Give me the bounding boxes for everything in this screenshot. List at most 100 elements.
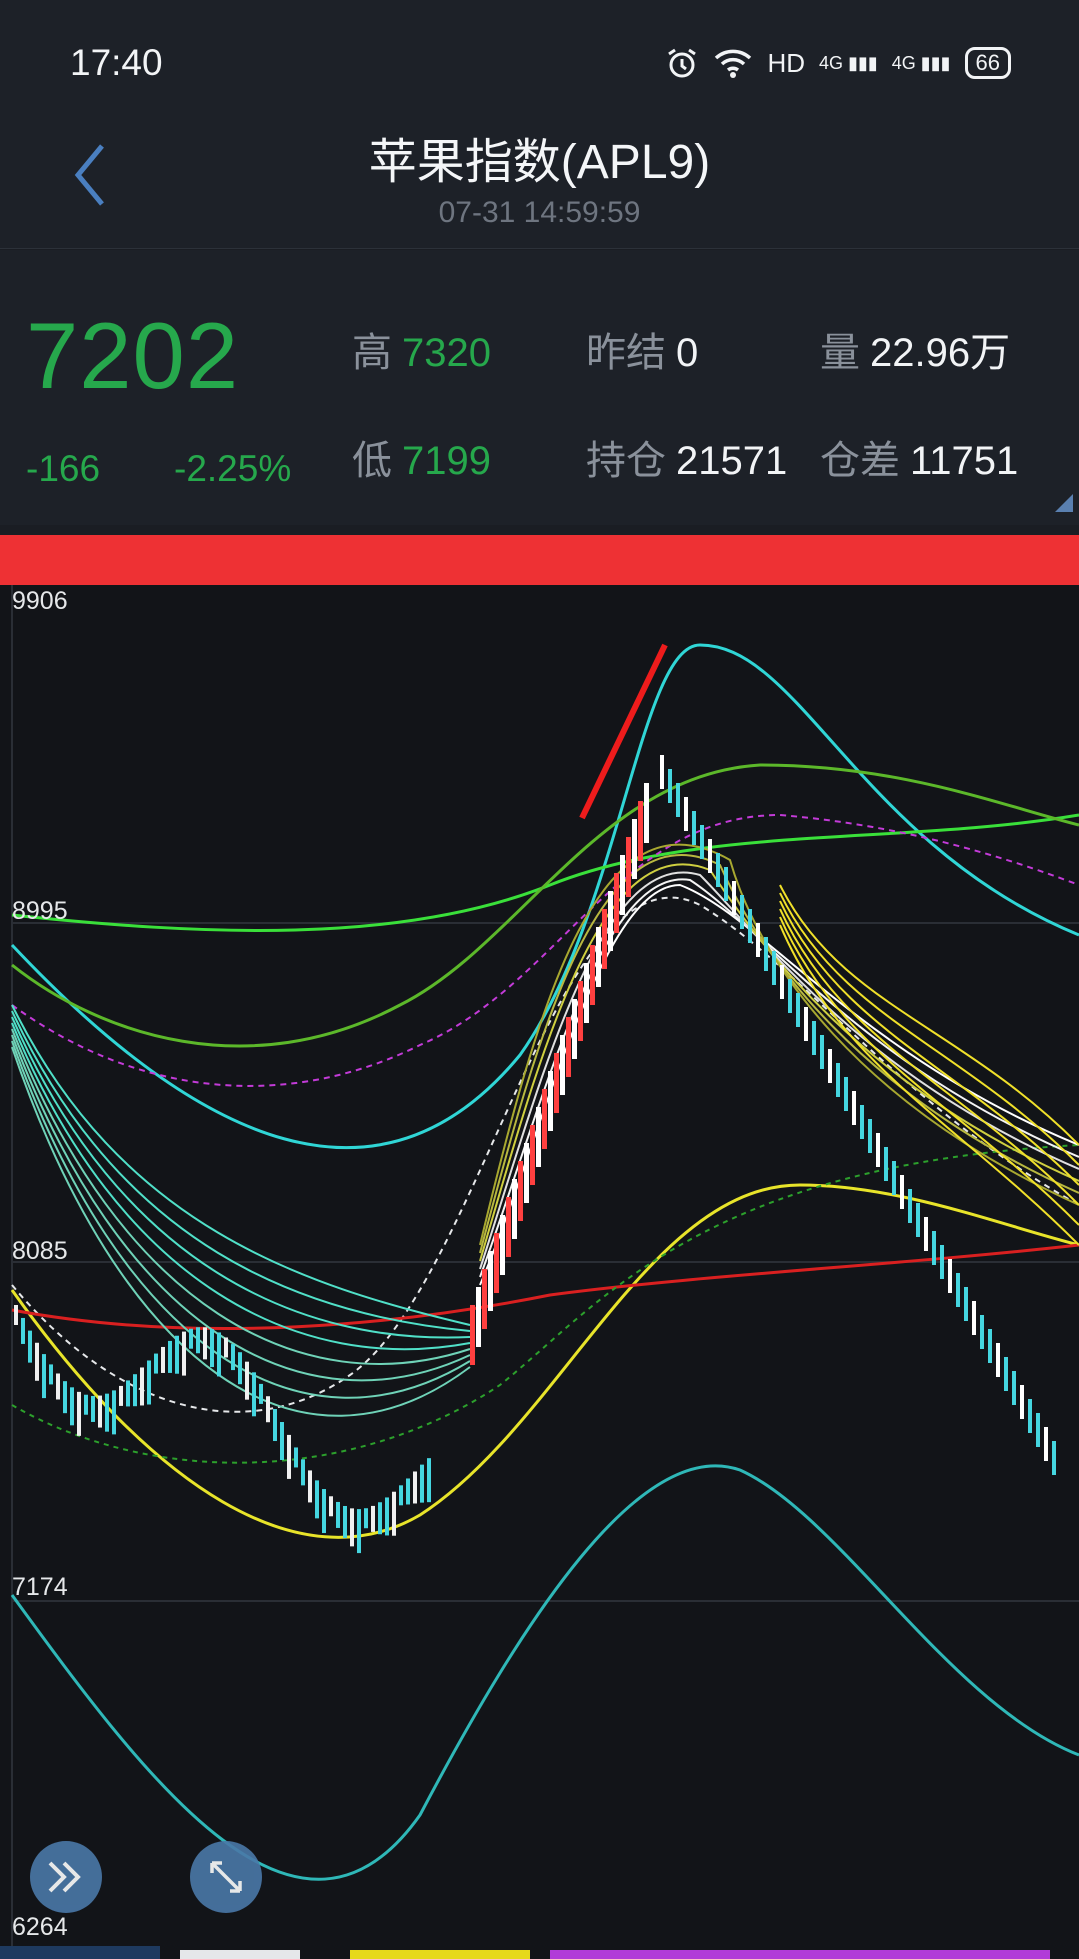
candle bbox=[644, 783, 649, 843]
quote-timestamp: 07-31 14:59:59 bbox=[438, 196, 641, 229]
ribbon-line bbox=[779, 900, 1079, 1186]
expand-corner-icon[interactable] bbox=[1055, 494, 1073, 512]
candle bbox=[182, 1331, 186, 1376]
candle bbox=[602, 909, 607, 969]
candle bbox=[259, 1383, 263, 1404]
candle bbox=[548, 1071, 553, 1131]
candle bbox=[203, 1327, 207, 1360]
candle bbox=[343, 1505, 347, 1538]
long-ma bbox=[11, 813, 1079, 932]
bollinger-upper bbox=[10, 643, 1079, 1150]
candle bbox=[266, 1396, 270, 1423]
y-axis-label: 7174 bbox=[12, 1573, 68, 1601]
candle bbox=[940, 1245, 944, 1279]
candle bbox=[860, 1105, 864, 1139]
clock: 17:40 bbox=[70, 42, 163, 83]
candle bbox=[308, 1470, 312, 1503]
candle bbox=[126, 1380, 130, 1407]
candle bbox=[868, 1119, 872, 1153]
candle bbox=[217, 1332, 221, 1377]
candle bbox=[530, 1125, 535, 1185]
ribbon-line bbox=[11, 1016, 471, 1339]
candle bbox=[385, 1497, 389, 1536]
candle bbox=[660, 755, 664, 789]
open-interest-field: 持仓 21571 bbox=[586, 439, 788, 483]
candle bbox=[175, 1335, 179, 1374]
candle bbox=[420, 1464, 424, 1503]
candle bbox=[238, 1352, 242, 1385]
status-bar: 17:40 HD 4G ▮▮▮ 4G ▮▮▮ 66 bbox=[0, 0, 1079, 120]
candle bbox=[996, 1343, 1000, 1377]
ribbon-line bbox=[779, 924, 1079, 1246]
ribbon-line bbox=[11, 1028, 471, 1365]
candle bbox=[836, 1063, 840, 1097]
candle bbox=[140, 1367, 144, 1406]
candle bbox=[470, 1305, 475, 1365]
candle bbox=[900, 1175, 904, 1209]
candle bbox=[392, 1491, 396, 1536]
candle bbox=[28, 1330, 32, 1363]
candle bbox=[322, 1489, 326, 1534]
candle bbox=[512, 1179, 517, 1239]
candle bbox=[584, 963, 589, 1023]
candle bbox=[133, 1374, 137, 1407]
candle bbox=[716, 853, 720, 887]
candle bbox=[364, 1508, 368, 1529]
candle bbox=[21, 1317, 25, 1344]
candle bbox=[796, 993, 800, 1027]
candle bbox=[972, 1301, 976, 1335]
candle bbox=[668, 769, 672, 803]
candle bbox=[812, 1021, 816, 1055]
candle bbox=[488, 1251, 493, 1311]
candle bbox=[932, 1231, 936, 1265]
wifi-icon bbox=[715, 49, 752, 78]
candle bbox=[287, 1434, 291, 1479]
candle bbox=[724, 867, 728, 901]
candle bbox=[780, 965, 784, 999]
red-banner[interactable] bbox=[0, 535, 1079, 585]
candle bbox=[77, 1391, 81, 1436]
candle bbox=[494, 1233, 499, 1293]
y-axis-label: 9906 bbox=[12, 587, 68, 615]
ribbon-line bbox=[11, 1022, 471, 1351]
candle bbox=[336, 1501, 340, 1528]
kline-chart[interactable]: 9906 8995 8085 7174 6264 bbox=[0, 585, 1079, 1959]
fast-forward-button[interactable] bbox=[30, 1841, 102, 1913]
candle bbox=[632, 819, 637, 879]
oi-change-field: 仓差 11751 bbox=[820, 439, 1019, 483]
candle bbox=[772, 951, 776, 985]
candle bbox=[350, 1508, 354, 1547]
candle bbox=[1028, 1399, 1032, 1433]
candle bbox=[956, 1273, 960, 1307]
candle bbox=[245, 1361, 249, 1400]
candle bbox=[56, 1373, 60, 1400]
candle bbox=[892, 1161, 896, 1195]
candle bbox=[1044, 1427, 1048, 1461]
candle bbox=[399, 1485, 403, 1506]
candle bbox=[357, 1509, 361, 1554]
fullscreen-icon bbox=[210, 1861, 242, 1893]
battery-icon: 66 bbox=[964, 47, 1011, 79]
candle bbox=[315, 1480, 319, 1519]
candle bbox=[476, 1287, 481, 1347]
candle bbox=[42, 1354, 46, 1399]
candle bbox=[748, 909, 752, 943]
page-title: 苹果指数(APL9) bbox=[368, 136, 711, 189]
candle bbox=[626, 837, 631, 897]
candle bbox=[578, 981, 583, 1041]
high-field: 高 7320 bbox=[352, 331, 491, 375]
prev-settle-field: 昨结 0 bbox=[586, 331, 699, 375]
indicator-legend-strip bbox=[0, 1946, 1079, 1959]
volume-field: 量 22.96万 bbox=[820, 331, 1011, 375]
candle bbox=[1020, 1385, 1024, 1419]
candle bbox=[427, 1458, 431, 1503]
price-change: -166 bbox=[26, 448, 101, 489]
y-axis-label: 6264 bbox=[12, 1913, 68, 1941]
candle bbox=[638, 801, 643, 861]
candle bbox=[329, 1496, 333, 1517]
candle bbox=[560, 1035, 565, 1095]
signal-icon: 4G ▮▮▮ bbox=[819, 52, 878, 73]
candle bbox=[91, 1395, 95, 1422]
y-axis-label: 8995 bbox=[12, 897, 68, 925]
fullscreen-button[interactable] bbox=[190, 1841, 262, 1913]
